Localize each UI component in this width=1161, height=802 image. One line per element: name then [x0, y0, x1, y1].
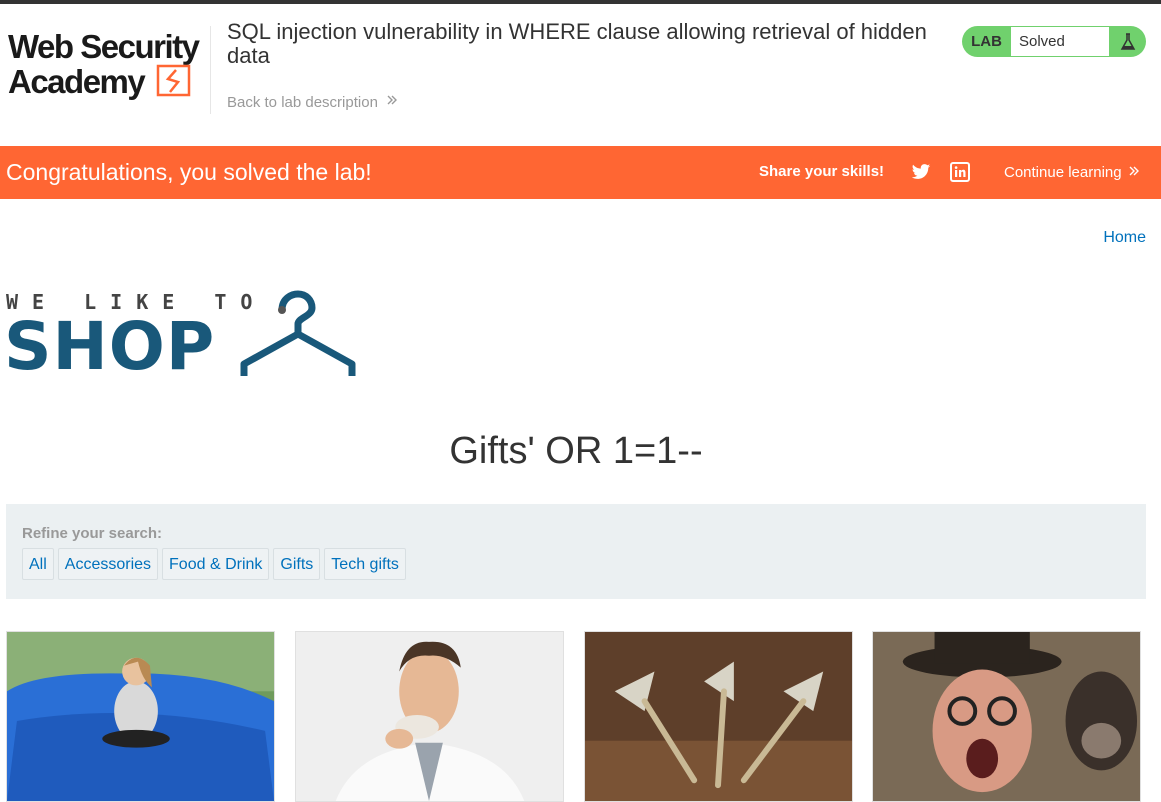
category-filter-all[interactable]: All: [22, 548, 54, 580]
twitter-icon[interactable]: [911, 162, 931, 182]
svg-text:Web Security: Web Security: [8, 28, 201, 65]
svg-text:Academy: Academy: [8, 63, 146, 100]
refine-search-label: Refine your search:: [22, 525, 163, 542]
web-security-academy-logo[interactable]: Web Security Academy: [8, 26, 208, 104]
lab-status-text: Solved: [1011, 27, 1109, 56]
product-image-old-man-monkey[interactable]: [872, 631, 1141, 802]
product-image-man-eating[interactable]: [295, 631, 564, 802]
continue-learning-link[interactable]: Continue learning: [1004, 164, 1140, 181]
product-grid: [0, 631, 1161, 802]
lab-title: SQL injection vulnerability in WHERE cla…: [227, 19, 927, 68]
logo-divider: [210, 26, 211, 114]
congratulations-message: Congratulations, you solved the lab!: [6, 159, 372, 185]
solved-banner: Congratulations, you solved the lab! Sha…: [0, 146, 1161, 199]
category-filter-food-drink[interactable]: Food & Drink: [162, 548, 270, 580]
category-filter-gifts[interactable]: Gifts: [273, 548, 321, 580]
hanger-icon: [240, 290, 356, 376]
chevron-double-right-icon: [386, 93, 398, 111]
category-heading: Gifts' OR 1=1--: [449, 430, 703, 472]
category-filter-list: All Accessories Food & Drink Gifts Tech …: [22, 548, 406, 580]
lab-header: Web Security Academy SQL injection vulne…: [0, 4, 1161, 146]
back-link-label: Back to lab description: [227, 93, 378, 111]
linkedin-icon[interactable]: [950, 162, 970, 182]
lab-label: LAB: [971, 33, 1002, 50]
home-link[interactable]: Home: [1103, 229, 1146, 247]
product-image-beanbag[interactable]: [6, 631, 275, 802]
lab-status-badge: LAB Solved: [962, 26, 1146, 57]
share-skills-label: Share your skills!: [759, 163, 885, 180]
category-filter-accessories[interactable]: Accessories: [57, 548, 159, 580]
shop-logo-word: SHOP: [4, 308, 216, 385]
continue-learning-label: Continue learning: [1004, 164, 1122, 181]
filter-panel: Refine your search: All Accessories Food…: [6, 504, 1146, 599]
flask-icon: [1109, 26, 1146, 57]
back-to-lab-description-link[interactable]: Back to lab description: [227, 93, 398, 111]
product-image-darts[interactable]: [584, 631, 853, 802]
category-filter-tech-gifts[interactable]: Tech gifts: [324, 548, 406, 580]
chevron-double-right-icon: [1128, 164, 1140, 181]
